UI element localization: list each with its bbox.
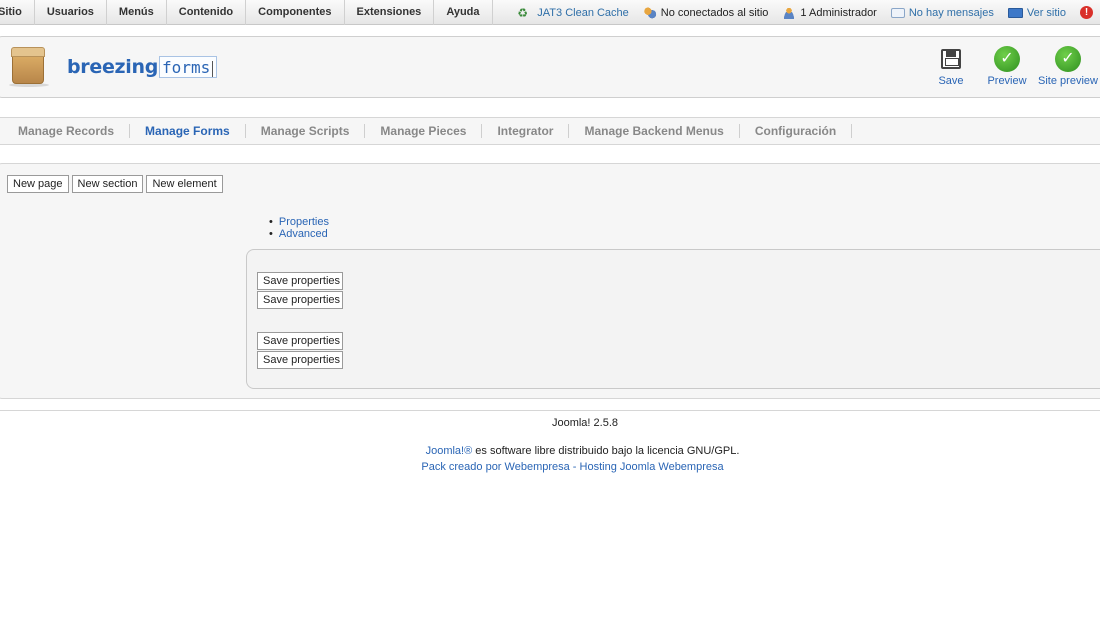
menu-extensiones[interactable]: Extensiones bbox=[345, 0, 435, 25]
top-menu-bar: Sitio Usuarios Menús Contenido Component… bbox=[0, 0, 1100, 25]
properties-box: Save properties Save properties Save pro… bbox=[246, 249, 1100, 389]
component-header: breezing forms Save ✓ Preview ✓ Site pre… bbox=[0, 36, 1100, 98]
status-bar: ♻ JAT3 Clean Cache No conectados al siti… bbox=[510, 0, 1100, 25]
site-preview-button[interactable]: ✓ Site preview bbox=[1035, 45, 1100, 87]
properties-link[interactable]: Properties bbox=[269, 216, 329, 228]
save-properties-button[interactable]: Save properties bbox=[257, 272, 343, 290]
menu-sitio[interactable]: Sitio bbox=[0, 0, 35, 25]
visitors-label: No conectados al sitio bbox=[660, 6, 769, 19]
save-properties-button[interactable]: Save properties bbox=[257, 351, 343, 369]
text-cursor-icon bbox=[212, 60, 214, 77]
save-properties-button[interactable]: Save properties bbox=[257, 291, 343, 309]
site-preview-label: Site preview bbox=[1038, 75, 1098, 87]
visitors-status: No conectados al sitio bbox=[636, 0, 776, 25]
menu-ayuda[interactable]: Ayuda bbox=[434, 0, 493, 25]
logo-light-text: forms bbox=[159, 56, 218, 78]
clean-cache-link[interactable]: ♻ JAT3 Clean Cache bbox=[510, 0, 636, 25]
preview-button[interactable]: ✓ Preview bbox=[979, 45, 1035, 87]
check-icon: ✓ bbox=[994, 46, 1020, 72]
toolbar: Save ✓ Preview ✓ Site preview bbox=[923, 45, 1100, 87]
check-icon: ✓ bbox=[1055, 46, 1081, 72]
messages-label: No hay mensajes bbox=[908, 6, 994, 19]
logo-bold-text: breezing bbox=[67, 56, 159, 78]
menu-usuarios[interactable]: Usuarios bbox=[35, 0, 107, 25]
monitor-icon bbox=[1007, 7, 1023, 18]
menu-menus[interactable]: Menús bbox=[107, 0, 167, 25]
license-notice: Joomla!® es software libre distribuido b… bbox=[0, 445, 1100, 457]
preview-label: Preview bbox=[987, 75, 1027, 87]
new-buttons-group: New page New section New element bbox=[7, 175, 223, 193]
save-button[interactable]: Save bbox=[923, 45, 979, 87]
admins-label: 1 Administrador bbox=[800, 6, 877, 19]
logout-button[interactable]: ! bbox=[1073, 0, 1100, 25]
license-text: es software libre distribuido bajo la li… bbox=[472, 445, 740, 457]
properties-tabs: Properties Advanced bbox=[269, 216, 329, 240]
tab-manage-records[interactable]: Manage Records bbox=[13, 124, 131, 138]
menu-componentes[interactable]: Componentes bbox=[246, 0, 345, 25]
form-editor-panel: New page New section New element Propert… bbox=[0, 163, 1100, 399]
save-properties-group-2: Save properties Save properties bbox=[257, 332, 343, 369]
logout-icon: ! bbox=[1080, 6, 1093, 19]
messages-link[interactable]: No hay mensajes bbox=[884, 0, 1001, 25]
joomla-link[interactable]: Joomla!® bbox=[426, 445, 473, 457]
tab-manage-backend-menus[interactable]: Manage Backend Menus bbox=[569, 124, 740, 138]
tab-integrator[interactable]: Integrator bbox=[482, 124, 570, 138]
view-site-link[interactable]: Ver sitio bbox=[1001, 0, 1073, 25]
message-icon bbox=[890, 7, 905, 18]
clean-cache-label: JAT3 Clean Cache bbox=[537, 6, 629, 19]
admins-status: 1 Administrador bbox=[775, 0, 883, 25]
joomla-version: Joomla! 2.5.8 bbox=[551, 417, 619, 429]
recycle-icon: ♻ bbox=[517, 5, 529, 20]
new-element-button[interactable]: New element bbox=[146, 175, 223, 193]
tab-manage-scripts[interactable]: Manage Scripts bbox=[246, 124, 366, 138]
breezingforms-logo: breezing forms bbox=[67, 53, 218, 81]
menu-contenido[interactable]: Contenido bbox=[167, 0, 247, 25]
package-box-icon bbox=[9, 45, 49, 87]
tab-configuracion[interactable]: Configuración bbox=[740, 124, 853, 138]
new-section-button[interactable]: New section bbox=[71, 175, 144, 193]
save-label: Save bbox=[938, 75, 964, 87]
view-site-label: Ver sitio bbox=[1026, 6, 1066, 19]
floppy-disk-icon bbox=[941, 49, 961, 69]
submenu-tabs: Manage Records Manage Forms Manage Scrip… bbox=[0, 117, 1100, 145]
advanced-link[interactable]: Advanced bbox=[269, 228, 329, 240]
new-page-button[interactable]: New page bbox=[7, 175, 69, 193]
tab-manage-pieces[interactable]: Manage Pieces bbox=[365, 124, 483, 138]
admin-icon bbox=[782, 6, 797, 19]
main-menu: Sitio Usuarios Menús Contenido Component… bbox=[0, 0, 493, 25]
footer-divider bbox=[0, 410, 1100, 411]
tab-manage-forms[interactable]: Manage Forms bbox=[130, 124, 246, 138]
save-properties-group-1: Save properties Save properties bbox=[257, 272, 343, 309]
webempresa-credit-link[interactable]: Pack creado por Webempresa - Hosting Joo… bbox=[0, 461, 1100, 473]
users-icon bbox=[642, 6, 657, 19]
save-properties-button[interactable]: Save properties bbox=[257, 332, 343, 350]
